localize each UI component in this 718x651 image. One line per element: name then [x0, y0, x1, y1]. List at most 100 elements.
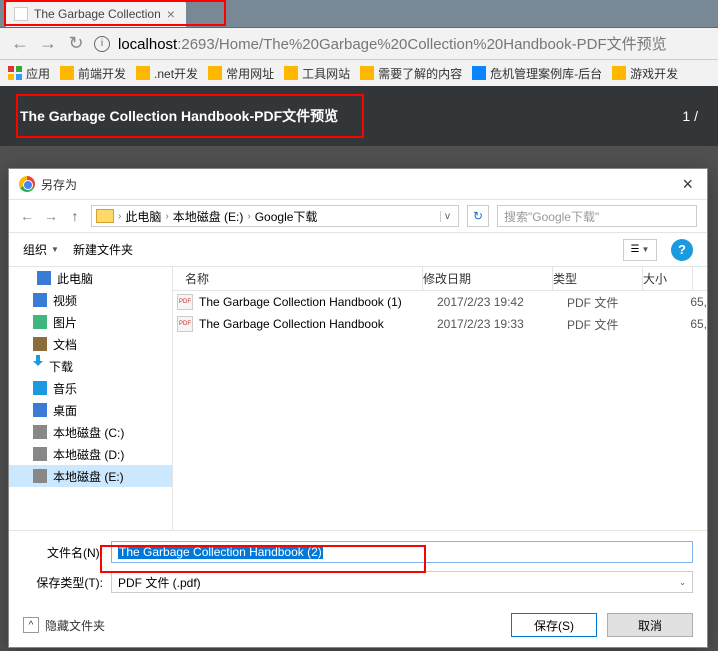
forward-icon[interactable]: → — [38, 33, 58, 54]
dialog-titlebar: 另存为 × — [9, 169, 707, 199]
pictures-icon — [33, 315, 47, 329]
close-icon[interactable]: × — [678, 174, 697, 195]
filetype-value: PDF 文件 (.pdf) — [118, 574, 201, 591]
column-type[interactable]: 类型 — [553, 267, 643, 290]
chevron-down-icon[interactable]: v — [440, 211, 454, 222]
back-icon[interactable]: ← — [10, 33, 30, 54]
drive-icon — [33, 447, 47, 461]
filename-input[interactable]: The Garbage Collection Handbook (2) — [111, 541, 693, 563]
sidebar-item-pictures[interactable]: 图片 — [9, 311, 172, 333]
tab-title: The Garbage Collection — [34, 7, 161, 21]
cancel-button[interactable]: 取消 — [607, 613, 693, 637]
bookmark-item[interactable]: 工具网站 — [284, 65, 350, 82]
column-size[interactable]: 大小 — [643, 267, 693, 290]
breadcrumb-item[interactable]: 本地磁盘 (E:) — [173, 208, 244, 225]
bookmark-item[interactable]: 危机管理案例库-后台 — [472, 65, 602, 82]
folder-icon — [208, 66, 222, 80]
folder-icon — [60, 66, 74, 80]
sidebar-item-drive-e[interactable]: 本地磁盘 (E:) — [9, 465, 172, 487]
sidebar-item-label: 桌面 — [53, 402, 77, 419]
pdf-icon: PDF — [177, 294, 193, 310]
filetype-select[interactable]: PDF 文件 (.pdf) ⌄ — [111, 571, 693, 593]
file-name: The Garbage Collection Handbook (1) — [199, 295, 437, 309]
dialog-footer: 文件名(N): The Garbage Collection Handbook … — [9, 530, 707, 603]
column-date[interactable]: 修改日期 — [423, 267, 553, 290]
music-icon — [33, 381, 47, 395]
file-list-area: 名称 修改日期 类型 大小 PDF The Garbage Collection… — [173, 267, 707, 530]
chevron-right-icon: › — [247, 211, 250, 222]
sidebar-item-drive-c[interactable]: 本地磁盘 (C:) — [9, 421, 172, 443]
organize-button[interactable]: 组织▼ — [23, 241, 59, 258]
breadcrumb-item[interactable]: 此电脑 — [125, 208, 161, 225]
apps-label: 应用 — [26, 65, 50, 82]
back-icon[interactable]: ← — [19, 208, 35, 224]
filename-label: 文件名(N): — [23, 544, 103, 561]
dialog-nav-bar: ← → ↑ › 此电脑 › 本地磁盘 (E:) › Google下载 v ↻ 搜… — [9, 199, 707, 233]
sidebar-item-label: 此电脑 — [57, 270, 93, 287]
bookmark-item[interactable]: 需要了解的内容 — [360, 65, 462, 82]
sidebar-item-label: 本地磁盘 (E:) — [53, 468, 124, 485]
sidebar-item-downloads[interactable]: 下载 — [9, 355, 172, 377]
up-icon[interactable]: ↑ — [67, 208, 83, 224]
chrome-icon — [19, 176, 35, 192]
view-options-button[interactable]: ☰▼ — [623, 239, 657, 261]
address-bar: ← → ↻ i localhost:2693/Home/The%20Garbag… — [0, 28, 718, 60]
refresh-icon[interactable]: ↻ — [467, 205, 489, 227]
search-placeholder: 搜索"Google下载" — [504, 208, 599, 225]
bookmark-item[interactable]: .net开发 — [136, 65, 198, 82]
file-type: PDF 文件 — [567, 294, 657, 311]
bookmark-label: 游戏开发 — [630, 65, 678, 82]
filename-value: The Garbage Collection Handbook (2) — [118, 545, 323, 559]
sidebar-item-this-pc[interactable]: 此电脑 — [9, 267, 172, 289]
browser-tab[interactable]: The Garbage Collection × — [6, 1, 186, 27]
search-input[interactable]: 搜索"Google下载" — [497, 205, 697, 227]
chevron-down-icon: ⌄ — [679, 578, 686, 587]
file-size: 65, — [657, 317, 707, 331]
bookmark-item[interactable]: 常用网址 — [208, 65, 274, 82]
page-icon — [472, 66, 486, 80]
sidebar-item-music[interactable]: 音乐 — [9, 377, 172, 399]
file-row[interactable]: PDF The Garbage Collection Handbook 2017… — [173, 313, 707, 335]
forward-icon[interactable]: → — [43, 208, 59, 224]
pdf-title: The Garbage Collection Handbook-PDF文件预览 — [20, 106, 338, 126]
folder-icon — [136, 66, 150, 80]
help-icon[interactable]: ? — [671, 239, 693, 261]
file-date: 2017/2/23 19:33 — [437, 317, 567, 331]
dialog-title: 另存为 — [41, 176, 77, 193]
hide-folders-button[interactable]: ^ 隐藏文件夹 — [23, 617, 105, 634]
path-breadcrumb[interactable]: › 此电脑 › 本地磁盘 (E:) › Google下载 v — [91, 205, 459, 227]
sidebar-item-desktop[interactable]: 桌面 — [9, 399, 172, 421]
pdf-toolbar: The Garbage Collection Handbook-PDF文件预览 … — [0, 86, 718, 146]
save-button[interactable]: 保存(S) — [511, 613, 597, 637]
url-field[interactable]: localhost:2693/Home/The%20Garbage%20Coll… — [118, 33, 708, 54]
hide-folders-label: 隐藏文件夹 — [45, 617, 105, 634]
sidebar: 此电脑 视频 图片 文档 下载 音乐 桌面 本地磁盘 (C:) 本地磁盘 (D:… — [9, 267, 173, 530]
drive-icon — [33, 425, 47, 439]
sidebar-item-label: 本地磁盘 (D:) — [53, 446, 124, 463]
apps-icon — [8, 66, 22, 80]
pdf-page-indicator: 1 / — [682, 108, 698, 124]
sidebar-item-documents[interactable]: 文档 — [9, 333, 172, 355]
apps-button[interactable]: 应用 — [8, 65, 50, 82]
pc-icon — [37, 271, 51, 285]
file-row[interactable]: PDF The Garbage Collection Handbook (1) … — [173, 291, 707, 313]
bookmark-item[interactable]: 游戏开发 — [612, 65, 678, 82]
chevron-down-icon: ▼ — [642, 245, 650, 254]
reload-icon[interactable]: ↻ — [66, 33, 86, 54]
chevron-down-icon: ▼ — [51, 245, 59, 254]
bookmark-item[interactable]: 前端开发 — [60, 65, 126, 82]
folder-icon — [612, 66, 626, 80]
dialog-toolbar: 组织▼ 新建文件夹 ☰▼ ? — [9, 233, 707, 267]
bookmarks-bar: 应用 前端开发 .net开发 常用网址 工具网站 需要了解的内容 危机管理案例库… — [0, 60, 718, 86]
bookmark-label: 常用网址 — [226, 65, 274, 82]
close-icon[interactable]: × — [167, 6, 175, 22]
column-name[interactable]: 名称 — [173, 267, 423, 290]
sidebar-item-video[interactable]: 视频 — [9, 289, 172, 311]
site-info-icon[interactable]: i — [94, 36, 110, 52]
file-date: 2017/2/23 19:42 — [437, 295, 567, 309]
sidebar-item-drive-d[interactable]: 本地磁盘 (D:) — [9, 443, 172, 465]
drive-icon — [33, 469, 47, 483]
new-folder-button[interactable]: 新建文件夹 — [73, 241, 133, 258]
file-size: 65, — [657, 295, 707, 309]
breadcrumb-item[interactable]: Google下载 — [255, 208, 318, 225]
